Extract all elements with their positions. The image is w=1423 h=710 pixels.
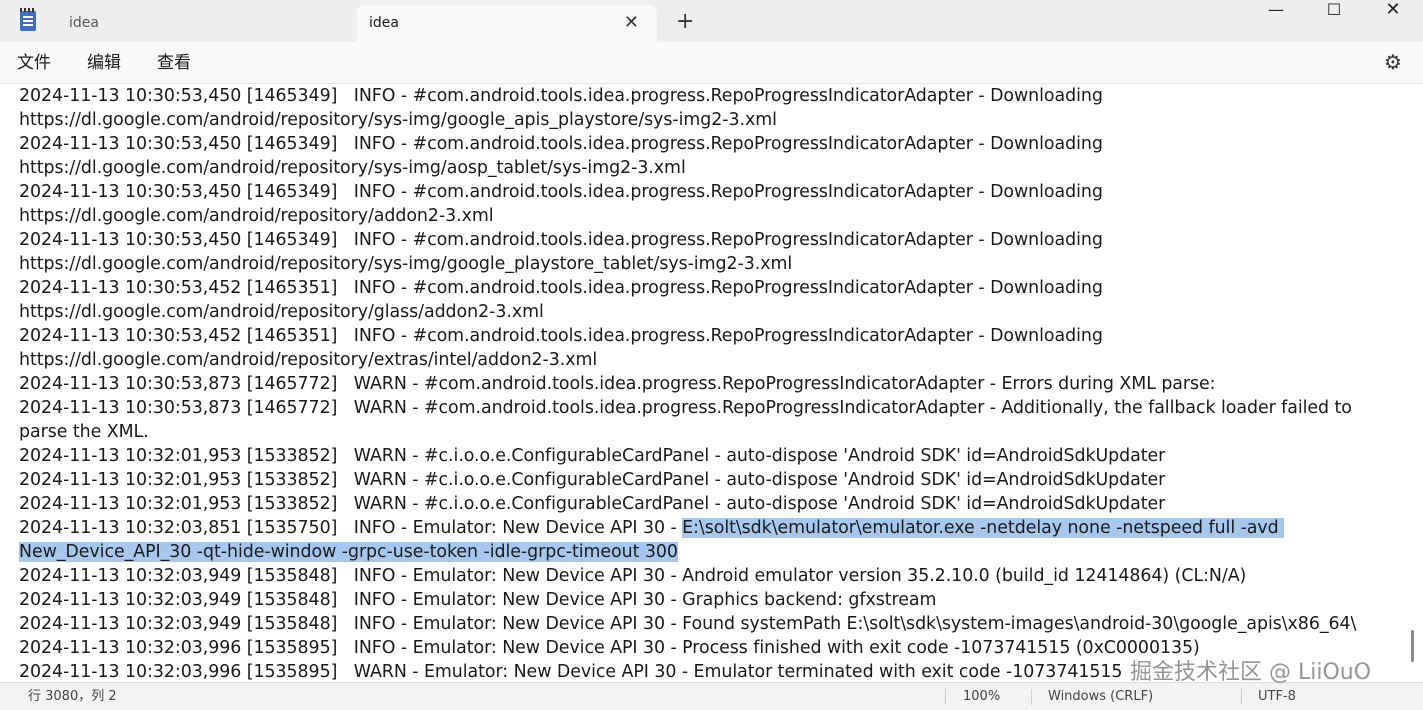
menu-file[interactable]: 文件 [17,50,51,76]
status-divider [945,689,946,705]
menu-edit[interactable]: 编辑 [87,50,121,76]
text-line: 2024-11-13 10:32:03,996 [1535895] INFO -… [19,638,1200,658]
tab-title: idea [69,15,99,31]
text-line: https://dl.google.com/android/repository… [19,206,494,226]
gear-icon[interactable]: ⚙ [1382,51,1404,73]
tab-title: idea [369,15,399,31]
text-line: 2024-11-13 10:30:53,873 [1465772] WARN -… [19,398,1352,418]
title-bar: idea idea ✕ + — ☐ ✕ [0,0,1423,42]
text-line-with-selection: 2024-11-13 10:32:03,851 [1535750] INFO -… [19,516,1285,540]
add-tab-icon[interactable]: + [676,6,694,38]
text-line: 2024-11-13 10:32:03,949 [1535848] INFO -… [19,566,1247,586]
text-line: 2024-11-13 10:30:53,450 [1465349] INFO -… [19,86,1103,106]
text-line: 2024-11-13 10:30:53,873 [1465772] WARN -… [19,374,1216,394]
tab-active[interactable]: idea ✕ [357,5,657,42]
zoom-level[interactable]: 100% [963,683,1000,710]
maximize-icon[interactable]: ☐ [1304,0,1364,20]
text-line: https://dl.google.com/android/repository… [19,158,686,178]
text-line: 2024-11-13 10:30:53,450 [1465349] INFO -… [19,134,1103,154]
menu-view[interactable]: 查看 [157,50,191,76]
text-line: 2024-11-13 10:30:53,450 [1465349] INFO -… [19,230,1103,250]
text-line: 2024-11-13 10:32:03,949 [1535848] INFO -… [19,590,937,610]
text-line: https://dl.google.com/android/repository… [19,350,598,370]
notepad-icon [20,8,36,31]
text-line: 2024-11-13 10:32:03,949 [1535848] INFO -… [19,614,1357,634]
text-line: 2024-11-13 10:30:53,452 [1465351] INFO -… [19,278,1103,298]
text-line: https://dl.google.com/android/repository… [19,254,793,274]
text-line-with-selection: New_Device_API_30 -qt-hide-window -grpc-… [19,540,678,564]
text-line: 2024-11-13 10:30:53,450 [1465349] INFO -… [19,182,1103,202]
watermark: 掘金技术社区 @ LiiOuO [1130,660,1372,685]
close-tab-icon[interactable]: ✕ [624,5,639,40]
text-line: https://dl.google.com/android/repository… [19,302,544,322]
text-line: 2024-11-13 10:32:03,996 [1535895] WARN -… [19,662,1123,682]
status-divider [1241,689,1242,705]
line-prefix: 2024-11-13 10:32:03,851 [1535750] INFO -… [19,518,683,538]
text-line: parse the XML. [19,422,149,442]
tab-inactive[interactable]: idea [57,5,353,42]
text-line: 2024-11-13 10:32:01,953 [1533852] WARN -… [19,446,1166,466]
menu-bar: 文件 编辑 查看 [0,42,1423,84]
close-window-icon[interactable]: ✕ [1363,0,1423,20]
text-line: https://dl.google.com/android/repository… [19,110,777,130]
cursor-position[interactable]: 行 3080，列 2 [28,683,117,710]
minimize-icon[interactable]: — [1246,0,1306,20]
vertical-scrollbar-thumb[interactable] [1411,630,1414,662]
text-line: 2024-11-13 10:30:53,452 [1465351] INFO -… [19,326,1103,346]
selected-text[interactable]: New_Device_API_30 -qt-hide-window -grpc-… [19,542,678,562]
selected-text[interactable]: E:\solt\sdk\emulator\emulator.exe -netde… [682,518,1285,538]
text-line: 2024-11-13 10:32:01,953 [1533852] WARN -… [19,470,1166,490]
status-divider [1031,689,1032,705]
text-editor[interactable]: 2024-11-13 10:30:53,450 [1465349] INFO -… [19,84,1409,682]
text-line: 2024-11-13 10:32:01,953 [1533852] WARN -… [19,494,1166,514]
